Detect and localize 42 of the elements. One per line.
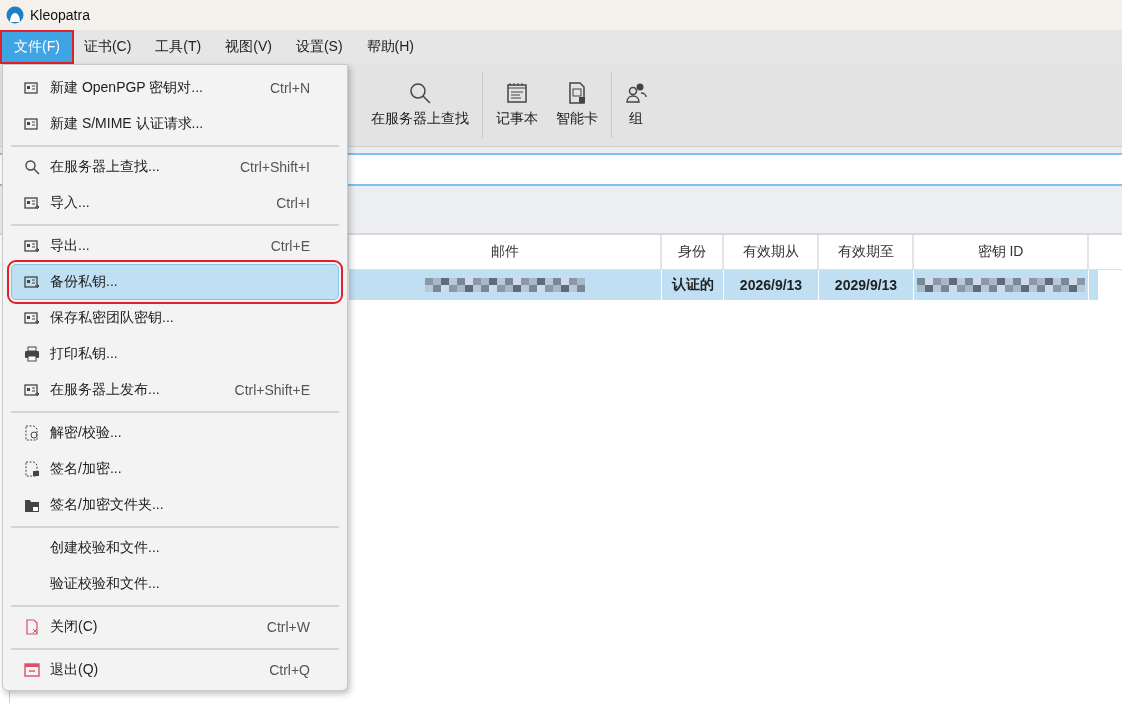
document-icon bbox=[24, 425, 40, 441]
menu-item[interactable]: 在服务器上查找... Ctrl+Shift+I bbox=[11, 149, 339, 185]
search-icon bbox=[409, 82, 431, 104]
menu-item[interactable]: 退出(Q) Ctrl+Q bbox=[11, 652, 339, 688]
toolbar-button[interactable]: 记事本 bbox=[487, 82, 547, 128]
id-card-icon bbox=[24, 116, 40, 132]
menu-item[interactable]: 新建 OpenPGP 密钥对... Ctrl+N bbox=[11, 70, 339, 106]
menu-item[interactable]: 签名/加密... bbox=[11, 451, 339, 487]
menu-item[interactable]: 解密/校验... bbox=[11, 415, 339, 451]
menu-item[interactable]: 保存私密团队密钥... bbox=[11, 300, 339, 336]
exit-icon bbox=[24, 662, 40, 678]
toolbar-button[interactable]: 组 bbox=[616, 82, 656, 128]
people-icon bbox=[625, 82, 647, 104]
menu-item[interactable]: 验证校验和文件... bbox=[11, 566, 339, 602]
menu-bar-item[interactable]: 帮助(H) bbox=[354, 32, 426, 62]
smart-card-icon bbox=[566, 82, 588, 104]
window-title: Kleopatra bbox=[30, 7, 90, 23]
table-cell: 认证的 bbox=[671, 276, 714, 294]
menu-bar-item[interactable]: 工具(T) bbox=[143, 32, 214, 62]
table-cell: 2026/9/13 bbox=[739, 277, 803, 293]
printer-icon bbox=[24, 346, 40, 362]
app-logo-icon bbox=[6, 6, 24, 24]
menu-bar-item[interactable]: 设置(S) bbox=[283, 32, 355, 62]
menu-bar-item[interactable]: 视图(V) bbox=[213, 32, 284, 62]
notepad-icon bbox=[506, 82, 528, 104]
menu-item[interactable]: 导出... Ctrl+E bbox=[11, 228, 339, 264]
menu-item[interactable]: 新建 S/MIME 认证请求... bbox=[11, 106, 339, 142]
menu-item[interactable]: 导入... Ctrl+I bbox=[11, 185, 339, 221]
close-document-icon bbox=[24, 619, 40, 635]
menu-item[interactable]: 在服务器上发布... Ctrl+Shift+E bbox=[11, 372, 339, 408]
search-icon bbox=[24, 159, 40, 175]
folder-icon bbox=[24, 497, 40, 513]
menu-item[interactable]: 打印私钥... bbox=[11, 336, 339, 372]
toolbar-button[interactable]: 在服务器上查找 bbox=[362, 82, 478, 128]
document-lock-icon bbox=[24, 461, 40, 477]
menu-item[interactable]: 关闭(C) Ctrl+W bbox=[11, 609, 339, 645]
table-cell: 2029/9/13 bbox=[834, 277, 898, 293]
toolbar-button[interactable]: 智能卡 bbox=[547, 82, 607, 128]
id-card-icon bbox=[24, 80, 40, 96]
menu-item[interactable]: 创建校验和文件... bbox=[11, 530, 339, 566]
menu-bar-item[interactable]: 证书(C) bbox=[71, 32, 144, 62]
menu-item[interactable]: 签名/加密文件夹... bbox=[11, 487, 339, 523]
